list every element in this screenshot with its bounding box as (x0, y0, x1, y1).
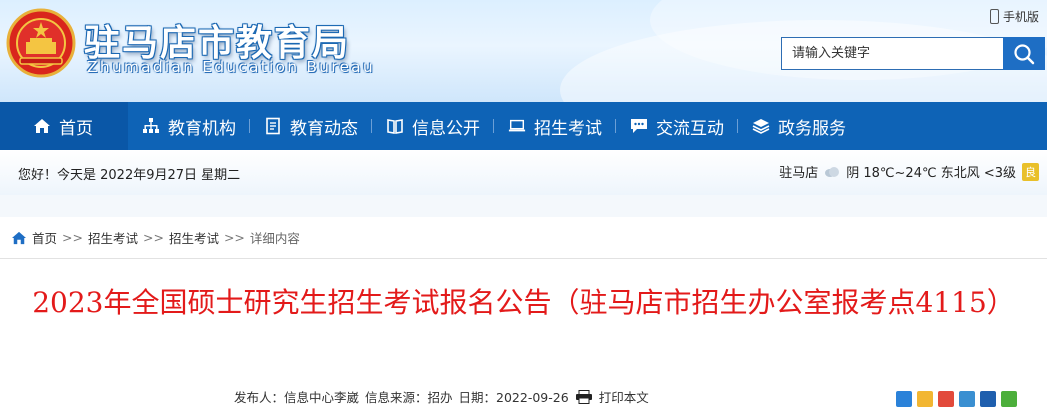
article-title: 2023年全国硕士研究生招生考试报名公告（驻马店市招生办公室报考点4115） (32, 286, 1015, 319)
article-date: 日期：2022-09-26 (458, 390, 569, 405)
share-more-icon[interactable] (896, 391, 912, 407)
air-quality-badge: 良 (1022, 162, 1039, 181)
main-nav: 首页 教育机构 教育动态 信息公开 招生考试 交流互动 政务服务 (0, 102, 1047, 150)
nav-item-exams[interactable]: 招生考试 (494, 102, 616, 150)
site-header: 驻马店市教育局 Zhumadian Education Bureau 手机版 (0, 0, 1047, 102)
mobile-version-link[interactable]: 手机版 (989, 8, 1039, 25)
search-input[interactable] (781, 37, 1003, 70)
nav-label: 信息公开 (412, 118, 480, 139)
breadcrumb-separator: >> (223, 230, 245, 245)
spacer-band (0, 195, 1047, 217)
site-subtitle: Zhumadian Education Bureau (87, 58, 375, 76)
chat-icon (631, 119, 647, 133)
breadcrumb-home-link[interactable]: 首页 (32, 228, 57, 247)
share-buttons (896, 391, 1017, 407)
share-renren-icon[interactable] (980, 391, 996, 407)
nav-label: 教育机构 (168, 118, 236, 139)
document-icon (266, 117, 280, 135)
nav-label: 政务服务 (778, 118, 846, 139)
breadcrumb-current: 详细内容 (249, 231, 300, 246)
weather-city: 驻马店 (779, 166, 819, 181)
search-button[interactable] (1003, 37, 1045, 70)
weather-widget: 驻马店 阴 18℃~24℃ 东北风 <3级 良 (779, 162, 1039, 181)
search-icon (1014, 43, 1035, 64)
nav-item-institutions[interactable]: 教育机构 (128, 102, 250, 150)
breadcrumb-exams-sub-link[interactable]: 招生考试 (169, 228, 219, 247)
laptop-icon (508, 119, 526, 132)
mobile-version-label: 手机版 (1002, 10, 1039, 24)
phone-icon (989, 9, 999, 24)
search-box (781, 37, 1045, 70)
greeting-date: 您好！今天是 2022年9月27日 星期二 (18, 168, 241, 183)
share-tencent-icon[interactable] (959, 391, 975, 407)
article-publisher: 发布人：信息中心李崴 (234, 390, 360, 405)
breadcrumb-exams-link[interactable]: 招生考试 (88, 228, 138, 247)
nav-item-home[interactable]: 首页 (0, 102, 128, 150)
layers-icon (752, 119, 770, 134)
weather-text: 阴 18℃~24℃ 东北风 <3级 (846, 166, 1016, 181)
print-article-link[interactable]: 打印本文 (599, 387, 649, 406)
share-qzone-icon[interactable] (917, 391, 933, 407)
printer-icon[interactable] (575, 389, 593, 404)
article-source: 信息来源：招办 (365, 390, 453, 405)
national-emblem-icon (6, 8, 76, 78)
nav-label: 交流互动 (656, 118, 724, 139)
org-chart-icon (143, 118, 159, 133)
nav-item-news[interactable]: 教育动态 (250, 102, 372, 150)
cloud-icon (825, 166, 840, 177)
home-icon (12, 231, 26, 244)
nav-label: 首页 (59, 118, 93, 139)
nav-item-interaction[interactable]: 交流互动 (616, 102, 738, 150)
article-meta: 发布人：信息中心李崴 信息来源：招办 日期：2022-09-26 打印本文 (234, 387, 649, 406)
nav-item-disclosure[interactable]: 信息公开 (372, 102, 494, 150)
share-wechat-icon[interactable] (1001, 391, 1017, 407)
nav-item-services[interactable]: 政务服务 (738, 102, 860, 150)
date-weather-bar: 您好！今天是 2022年9月27日 星期二 驻马店 阴 18℃~24℃ 东北风 … (0, 150, 1047, 195)
nav-label: 招生考试 (534, 118, 602, 139)
home-icon (34, 119, 50, 133)
book-icon (387, 119, 403, 134)
share-weibo-icon[interactable] (938, 391, 954, 407)
breadcrumb-separator: >> (62, 230, 83, 245)
nav-label: 教育动态 (290, 118, 358, 139)
breadcrumb: 首页 >> 招生考试 >> 招生考试 >> 详细内容 (0, 217, 1047, 259)
breadcrumb-separator: >> (142, 230, 164, 245)
